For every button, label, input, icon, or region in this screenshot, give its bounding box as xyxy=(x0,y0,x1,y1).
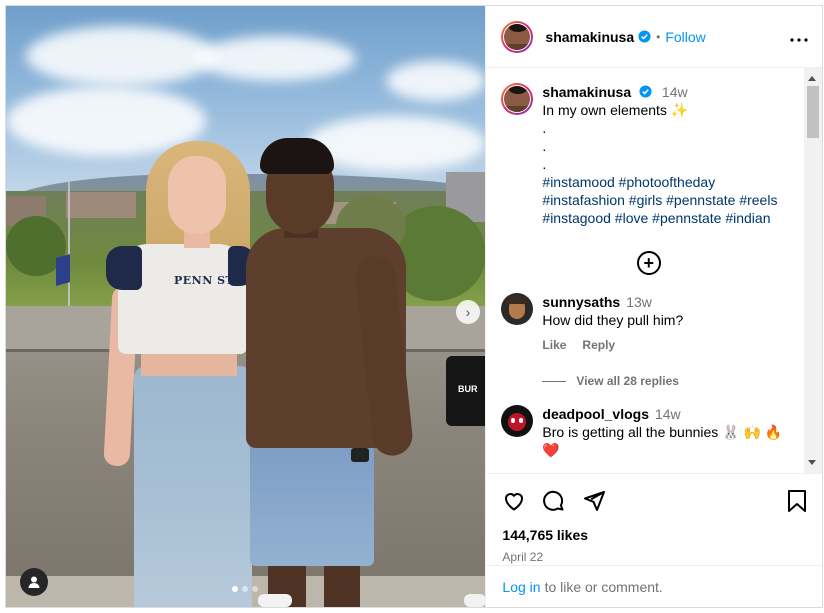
post-photo[interactable]: BUR PENN STATE › xyxy=(6,6,486,607)
comment-time: 13w xyxy=(626,294,652,310)
comments-scrollbar[interactable] xyxy=(804,68,822,473)
more-options-icon[interactable] xyxy=(790,31,808,42)
comment-icon[interactable] xyxy=(542,489,566,513)
caption-line: . xyxy=(542,138,547,154)
load-more-comments: + xyxy=(501,251,796,275)
comment-text: Bro is getting all the bunnies 🐰 🙌 🔥 xyxy=(542,424,783,440)
comments-area[interactable]: shamakinusa 14w In my own elements ✨ . .… xyxy=(486,68,822,473)
next-arrow-icon[interactable]: › xyxy=(456,300,480,324)
hashtag-line[interactable]: #instagood #love #pennstate #indian xyxy=(542,209,777,227)
heart-icon[interactable] xyxy=(502,489,526,513)
likes-count[interactable]: 144,765 likes xyxy=(486,527,822,543)
commenter-avatar[interactable] xyxy=(501,293,534,325)
view-replies-button[interactable]: View all 28 replies xyxy=(542,374,796,388)
hashtag-line[interactable]: #instafashion #girls #pennstate #reels xyxy=(542,191,777,209)
carousel-dots xyxy=(232,586,258,592)
action-bar xyxy=(486,473,822,527)
carousel-dot xyxy=(242,586,248,592)
share-icon[interactable] xyxy=(582,489,606,513)
girl-sleeve xyxy=(106,246,142,290)
like-comment-button[interactable]: Like xyxy=(542,336,566,354)
guy-leg xyxy=(324,561,360,607)
user-tag-icon[interactable] xyxy=(20,568,48,596)
building xyxy=(66,192,136,218)
shoe xyxy=(258,594,292,607)
caption: shamakinusa 14w In my own elements ✨ . .… xyxy=(501,83,796,227)
reply-button[interactable]: Reply xyxy=(582,336,615,354)
scroll-down-arrow-icon[interactable] xyxy=(808,460,816,465)
guy-hair xyxy=(260,138,334,174)
cloud xyxy=(26,26,216,86)
comment-username[interactable]: sunnysaths xyxy=(542,294,620,310)
caption-time: 14w xyxy=(661,84,688,100)
comment-actions: Like Reply xyxy=(542,336,683,354)
caption-username[interactable]: shamakinusa xyxy=(542,84,631,100)
scroll-up-arrow-icon[interactable] xyxy=(808,76,816,81)
comment-body: sunnysaths 13w How did they pull him? Lik… xyxy=(542,293,683,354)
comment-time: 14w xyxy=(654,406,681,422)
follow-button[interactable]: Follow xyxy=(665,29,705,45)
comment: sunnysaths 13w How did they pull him? Lik… xyxy=(501,293,796,354)
carousel-dot xyxy=(232,586,238,592)
comment-text: How did they pull him? xyxy=(542,312,684,328)
hashtag-line[interactable]: #instamood #photooftheday xyxy=(542,173,777,191)
watch xyxy=(351,448,369,462)
comment-text: ❤️ xyxy=(542,442,560,458)
author-avatar[interactable] xyxy=(501,83,534,115)
flag-pole xyxy=(68,181,70,311)
caption-body: shamakinusa 14w In my own elements ✨ . .… xyxy=(542,83,777,227)
cloud xyxy=(196,36,356,81)
login-prompt-text: to like or comment. xyxy=(544,578,663,595)
post-header: shamakinusa • Follow xyxy=(486,6,822,68)
author-avatar[interactable] xyxy=(501,20,534,53)
commenter-avatar[interactable] xyxy=(501,405,534,437)
post-side-panel: shamakinusa • Follow shamakinusa 14w In … xyxy=(485,6,822,607)
post-date: April 22 xyxy=(502,550,544,564)
bag-text: BUR xyxy=(458,384,478,394)
separator: • xyxy=(656,29,661,44)
author-username[interactable]: shamakinusa xyxy=(545,29,634,45)
scroll-thumb[interactable] xyxy=(807,86,819,138)
cloud xyxy=(386,61,486,101)
caption-line: . xyxy=(542,120,547,136)
girl-jeans xyxy=(134,366,252,607)
login-prompt: Log in to like or comment. xyxy=(486,565,822,607)
girl-face xyxy=(168,156,226,234)
bookmark-icon[interactable] xyxy=(786,489,808,513)
caption-line: In my own elements xyxy=(542,102,667,118)
login-link[interactable]: Log in xyxy=(502,579,540,595)
caption-line: . xyxy=(542,156,547,172)
flag xyxy=(56,254,70,286)
add-circle-icon[interactable]: + xyxy=(636,251,661,275)
comment-username[interactable]: deadpool_vlogs xyxy=(542,406,649,422)
verified-badge-icon xyxy=(639,85,652,98)
comment: deadpool_vlogs 14w Bro is getting all the… xyxy=(501,405,796,459)
sparkles-emoji: ✨ xyxy=(670,102,689,118)
carousel-dot xyxy=(252,586,258,592)
verified-badge-icon xyxy=(638,30,651,43)
shoe xyxy=(464,594,486,607)
post-frame: BUR PENN STATE › shamakinusa • Follow sh… xyxy=(5,5,823,608)
comment-body: deadpool_vlogs 14w Bro is getting all the… xyxy=(542,405,782,459)
